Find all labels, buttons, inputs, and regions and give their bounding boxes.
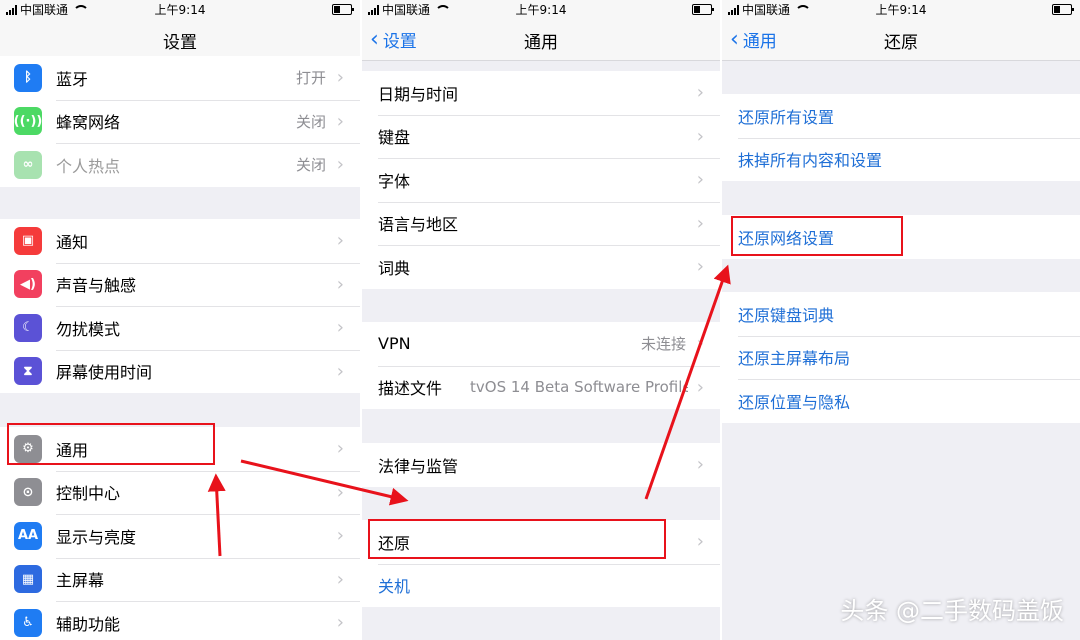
arrow-up	[207, 473, 226, 557]
annotation-arrows	[207, 264, 731, 557]
watermark: 头条 @二手数码盖饭	[840, 597, 1064, 625]
arrow-to-network	[644, 264, 731, 500]
arrow-to-reset	[240, 459, 409, 506]
